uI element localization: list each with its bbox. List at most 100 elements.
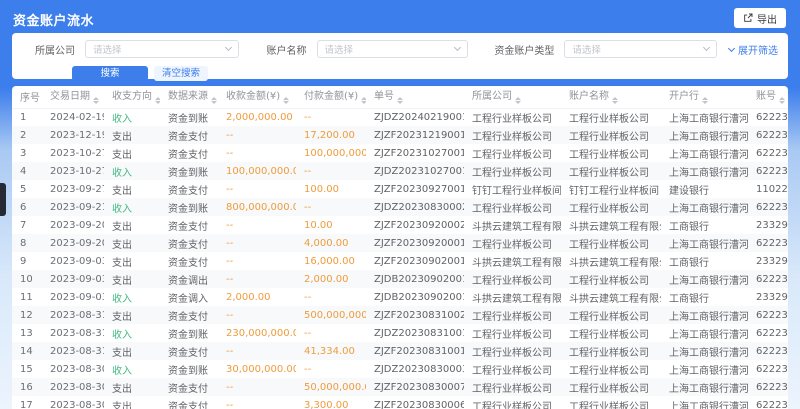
export-button[interactable]: 导出 — [734, 8, 786, 28]
cell-source: 资金到账 — [160, 324, 218, 342]
table-row: 22023-12-19支出资金支付--17,200.00ZJZF20231219… — [12, 126, 788, 144]
search-button[interactable]: 搜索 — [72, 66, 148, 81]
cell-seq: 11 — [12, 288, 42, 306]
sort-caret-icon[interactable] — [283, 94, 289, 108]
cell-seq: 4 — [12, 162, 42, 180]
cell-direction: 支出 — [104, 342, 160, 360]
cell-doc_no: ZJZF20230920001 — [366, 234, 464, 252]
cell-account_name: 工程行业样板公司 — [561, 396, 661, 409]
cell-seq: 2 — [12, 126, 42, 144]
chevron-down-icon — [703, 44, 710, 51]
cell-direction: 支出 — [104, 396, 160, 409]
cell-company: 工程行业样板公司 — [464, 396, 561, 409]
cell-doc_no: ZJZF20230831002 — [366, 306, 464, 324]
cell-expense: -- — [296, 162, 366, 180]
column-header-source[interactable]: 数据来源 — [160, 86, 218, 108]
cell-direction: 支出 — [104, 306, 160, 324]
column-header-direction[interactable]: 收支方向 — [104, 86, 160, 108]
clear-search-button[interactable]: 清空搜索 — [154, 66, 208, 81]
cell-bank: 上海工商银行漕河泾支行 — [661, 270, 748, 288]
cell-bank: 上海工商银行漕河泾支行 — [661, 306, 748, 324]
cell-account_name: 工程行业样板公司 — [561, 144, 661, 162]
chevron-down-icon — [728, 44, 735, 51]
cell-seq: 8 — [12, 234, 42, 252]
cell-account_name: 斗拱云建筑工程有限公司 — [561, 252, 661, 270]
cell-company: 工程行业样板公司 — [464, 144, 561, 162]
company-select[interactable]: 请选择 — [85, 40, 239, 58]
sort-caret-icon[interactable] — [397, 94, 403, 108]
table-row: 72023-09-20支出资金支付--10.00ZJZF20230920002斗… — [12, 216, 788, 234]
chevron-down-icon — [454, 44, 461, 51]
cell-account_no: 622230111 — [748, 306, 788, 324]
cell-bank: 上海工商银行漕河泾支行 — [661, 126, 748, 144]
export-button-label: 导出 — [757, 11, 777, 26]
account-name-select[interactable]: 请选择 — [317, 40, 469, 58]
cell-account_no: 622230111 — [748, 198, 788, 216]
cell-company: 工程行业样板公司 — [464, 270, 561, 288]
cell-expense: 500,000,000.00 — [296, 306, 366, 324]
sort-caret-icon[interactable] — [93, 94, 99, 108]
cell-seq: 3 — [12, 144, 42, 162]
cell-direction: 支出 — [104, 270, 160, 288]
cell-date: 2023-08-30 — [42, 378, 104, 396]
filter-buttons-row: 搜索 清空搜索 — [72, 66, 778, 81]
cell-company: 工程行业样板公司 — [464, 126, 561, 144]
cell-income: -- — [218, 270, 296, 288]
account-type-select[interactable]: 请选择 — [564, 40, 717, 58]
cell-expense: -- — [296, 288, 366, 306]
cell-account_name: 工程行业样板公司 — [561, 324, 661, 342]
left-drawer-handle[interactable] — [0, 183, 6, 216]
cell-date: 2023-09-03 — [42, 270, 104, 288]
cell-source: 资金支付 — [160, 234, 218, 252]
column-header-bank[interactable]: 开户行 — [661, 86, 748, 108]
sort-caret-icon[interactable] — [361, 94, 366, 108]
cell-account_name: 斗拱云建筑工程有限公司 — [561, 288, 661, 306]
cell-expense: 10.00 — [296, 216, 366, 234]
column-header-account_name[interactable]: 账户名称 — [561, 86, 661, 108]
table-row: 122023-08-31支出资金支付--500,000,000.00ZJZF20… — [12, 306, 788, 324]
cell-company: 斗拱云建筑工程有限公司 — [464, 252, 561, 270]
cell-expense: 2,000.00 — [296, 270, 366, 288]
cell-date: 2023-09-21 — [42, 198, 104, 216]
expand-filters-label: 展开筛选 — [738, 42, 778, 57]
cell-date: 2023-09-20 — [42, 216, 104, 234]
cell-account_no: 622230111 — [748, 324, 788, 342]
cell-seq: 12 — [12, 306, 42, 324]
column-header-doc_no[interactable]: 单号 — [366, 86, 464, 108]
sort-caret-icon[interactable] — [515, 94, 521, 108]
filter-row: 所属公司 请选择 账户名称 请选择 资金账户类型 请选择 展开筛选 — [22, 40, 778, 58]
cell-source: 资金到账 — [160, 360, 218, 378]
cell-account_name: 工程行业样板公司 — [561, 198, 661, 216]
column-header-company[interactable]: 所属公司 — [464, 86, 561, 108]
company-select-placeholder: 请选择 — [93, 42, 122, 56]
cell-seq: 10 — [12, 270, 42, 288]
cell-account_name: 工程行业样板公司 — [561, 378, 661, 396]
cell-date: 2023-09-27 — [42, 180, 104, 198]
expand-filters-link[interactable]: 展开筛选 — [729, 42, 778, 57]
cell-source: 资金支付 — [160, 342, 218, 360]
sort-caret-icon[interactable] — [155, 94, 160, 108]
sort-caret-icon[interactable] — [612, 94, 618, 108]
cell-direction: 支出 — [104, 234, 160, 252]
table-row: 12024-02-19收入资金到账2,000,000.00--ZJDZ20240… — [12, 108, 788, 126]
cell-source: 资金支付 — [160, 144, 218, 162]
sort-caret-icon[interactable] — [702, 94, 708, 108]
sort-caret-icon[interactable] — [211, 94, 217, 108]
cell-account_no: 110223827 — [748, 180, 788, 198]
column-header-expense[interactable]: 付款金额(¥) — [296, 86, 366, 108]
cell-company: 工程行业样板公司 — [464, 198, 561, 216]
cell-income: -- — [218, 306, 296, 324]
cell-source: 资金支付 — [160, 306, 218, 324]
sort-caret-icon[interactable] — [779, 94, 785, 108]
table-row: 32023-10-27支出资金支付--100,000,000.00ZJZF202… — [12, 144, 788, 162]
cell-date: 2023-10-27 — [42, 144, 104, 162]
table-row: 62023-09-21收入资金到账800,000,000.00--ZJDZ202… — [12, 198, 788, 216]
cell-source: 资金到账 — [160, 162, 218, 180]
cell-expense: 100.00 — [296, 180, 366, 198]
cell-seq: 9 — [12, 252, 42, 270]
column-header-income[interactable]: 收款金额(¥) — [218, 86, 296, 108]
table-row: 42023-10-27收入资金到账100,000,000.00--ZJDZ202… — [12, 162, 788, 180]
cell-doc_no: ZJDZ20230830002 — [366, 198, 464, 216]
column-header-account_no[interactable]: 账号 — [748, 86, 788, 108]
column-header-date[interactable]: 交易日期 — [42, 86, 104, 108]
